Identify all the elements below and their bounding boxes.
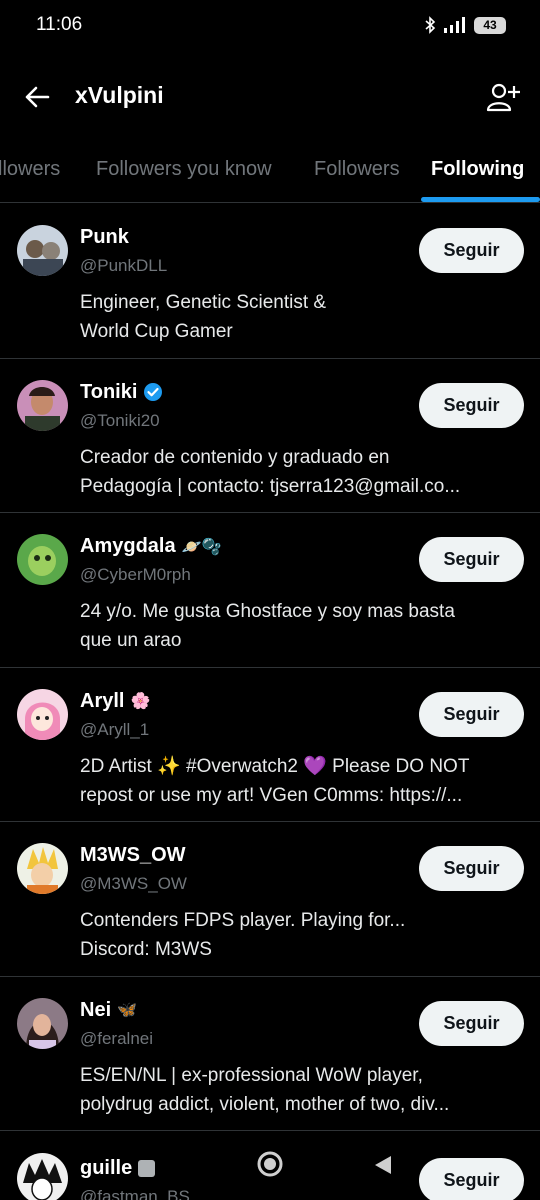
bio-line: World Cup Gamer (80, 321, 233, 342)
list-item[interactable]: Punk @PunkDLL Engineer, Genetic Scientis… (0, 204, 540, 359)
user-bio: 2D Artist ✨ #Overwatch2 💜 Please DO NOT … (80, 752, 520, 810)
active-tab-indicator (421, 197, 540, 202)
battery-icon: 43 (474, 16, 506, 34)
user-name[interactable]: M3WS_OW (80, 844, 186, 867)
bio-line: Contenders FDPS player. Playing for... (80, 910, 406, 931)
user-name[interactable]: Punk (80, 226, 129, 249)
follow-button[interactable]: Seguir (419, 228, 524, 273)
bio-line: 2D Artist ✨ #Overwatch2 💜 Please DO NOT (80, 755, 470, 777)
back-nav-icon[interactable] (372, 1154, 394, 1176)
name-line: Amygdala 🪐🫧 (80, 535, 221, 558)
bio-line: polydrug addict, violent, mother of two,… (80, 1093, 450, 1115)
name-line: Nei 🦋 (80, 999, 137, 1022)
square-badge-icon (138, 1160, 156, 1177)
avatar[interactable] (17, 688, 68, 740)
user-name[interactable]: guille (80, 1157, 132, 1180)
list-item[interactable]: Toniki @Toniki20 Creador de contenido y … (0, 359, 540, 513)
status-icons: 43 (424, 16, 506, 34)
user-handle: @Aryll_1 (80, 719, 150, 739)
bio-line: Engineer, Genetic Scientist & (80, 292, 327, 313)
avatar[interactable] (17, 843, 68, 894)
name-line: Toniki (80, 381, 163, 404)
name-line: Aryll 🌸 (80, 690, 150, 713)
user-handle: @feralnei (80, 1028, 154, 1048)
bluetooth-icon (425, 16, 436, 34)
tab-bar: llowers Followers you know Followers Fol… (0, 140, 540, 203)
name-emoji-badge: 🦋 (117, 1002, 138, 1019)
user-handle: @M3WS_OW (80, 874, 187, 893)
name-line: guille (80, 1157, 156, 1180)
name-emoji-badge: 🪐🫧 (181, 538, 222, 556)
signal-icon (444, 17, 465, 33)
name-emoji-badge: 🌸 (130, 693, 151, 710)
avatar[interactable] (17, 225, 68, 276)
user-name[interactable]: Nei (80, 999, 111, 1022)
tab-verified-followers[interactable]: llowers (0, 158, 60, 181)
follow-button[interactable]: Seguir (419, 537, 524, 582)
user-bio: Creador de contenido y graduado en Pedag… (80, 443, 520, 501)
back-arrow-icon[interactable] (22, 82, 52, 112)
list-item[interactable]: Aryll 🌸 @Aryll_1 2D Artist ✨ #Overwatch2… (0, 668, 540, 822)
avatar[interactable] (17, 1153, 68, 1200)
status-bar: 11:06 43 (0, 0, 540, 56)
following-list: Punk @PunkDLL Engineer, Genetic Scientis… (0, 204, 540, 1131)
user-handle: @CyberM0rph (80, 565, 191, 584)
user-name[interactable]: Amygdala (80, 535, 176, 558)
user-bio: ES/EN/NL | ex-professional WoW player, p… (80, 1061, 520, 1119)
follow-button[interactable]: Seguir (419, 382, 524, 428)
user-name[interactable]: Toniki (80, 381, 137, 404)
name-line: Punk (80, 226, 129, 249)
user-handle: @PunkDLL (80, 256, 168, 275)
verified-badge-icon (144, 383, 163, 401)
user-name[interactable]: Aryll (80, 690, 124, 713)
bio-line: Creador de contenido y graduado en (80, 446, 390, 468)
page-title: xVulpini (75, 82, 164, 108)
home-nav-icon[interactable] (256, 1150, 284, 1178)
bio-line: ES/EN/NL | ex-professional WoW player, (80, 1064, 423, 1086)
avatar[interactable] (17, 997, 68, 1049)
list-item-partial[interactable]: guille @fastman_BS Seguir (0, 1133, 540, 1200)
add-user-icon[interactable] (486, 80, 520, 114)
avatar[interactable] (17, 379, 68, 431)
user-handle: @fastman_BS (80, 1187, 190, 1200)
avatar[interactable] (17, 534, 68, 585)
user-bio: Contenders FDPS player. Playing for... D… (80, 906, 520, 964)
user-bio: 24 y/o. Me gusta Ghostface y soy mas bas… (80, 597, 520, 655)
tab-following[interactable]: Following (431, 158, 524, 181)
follow-button[interactable]: Seguir (419, 1158, 524, 1200)
bio-line: repost or use my art! VGen C0mms: https:… (80, 784, 463, 806)
list-item[interactable]: M3WS_OW @M3WS_OW Contenders FDPS player.… (0, 822, 540, 977)
status-time: 11:06 (36, 14, 83, 35)
user-handle: @Toniki20 (80, 410, 160, 430)
bio-line: que un arao (80, 630, 182, 651)
list-item[interactable]: Amygdala 🪐🫧 @CyberM0rph 24 y/o. Me gusta… (0, 513, 540, 668)
follow-button[interactable]: Seguir (419, 691, 524, 737)
list-item[interactable]: Nei 🦋 @feralnei ES/EN/NL | ex-profession… (0, 977, 540, 1131)
follow-button[interactable]: Seguir (419, 846, 524, 891)
bio-line: Discord: M3WS (80, 939, 212, 960)
bio-line: Pedagogía | contacto: tjserra123@gmail.c… (80, 475, 461, 497)
tab-followers[interactable]: Followers (314, 158, 400, 181)
tab-followers-you-know[interactable]: Followers you know (96, 158, 272, 181)
user-bio: Engineer, Genetic Scientist & World Cup … (80, 288, 520, 346)
bio-line: 24 y/o. Me gusta Ghostface y soy mas bas… (80, 601, 455, 622)
name-line: M3WS_OW (80, 844, 186, 867)
top-bar: xVulpini (0, 66, 540, 128)
follow-button[interactable]: Seguir (419, 1000, 524, 1046)
